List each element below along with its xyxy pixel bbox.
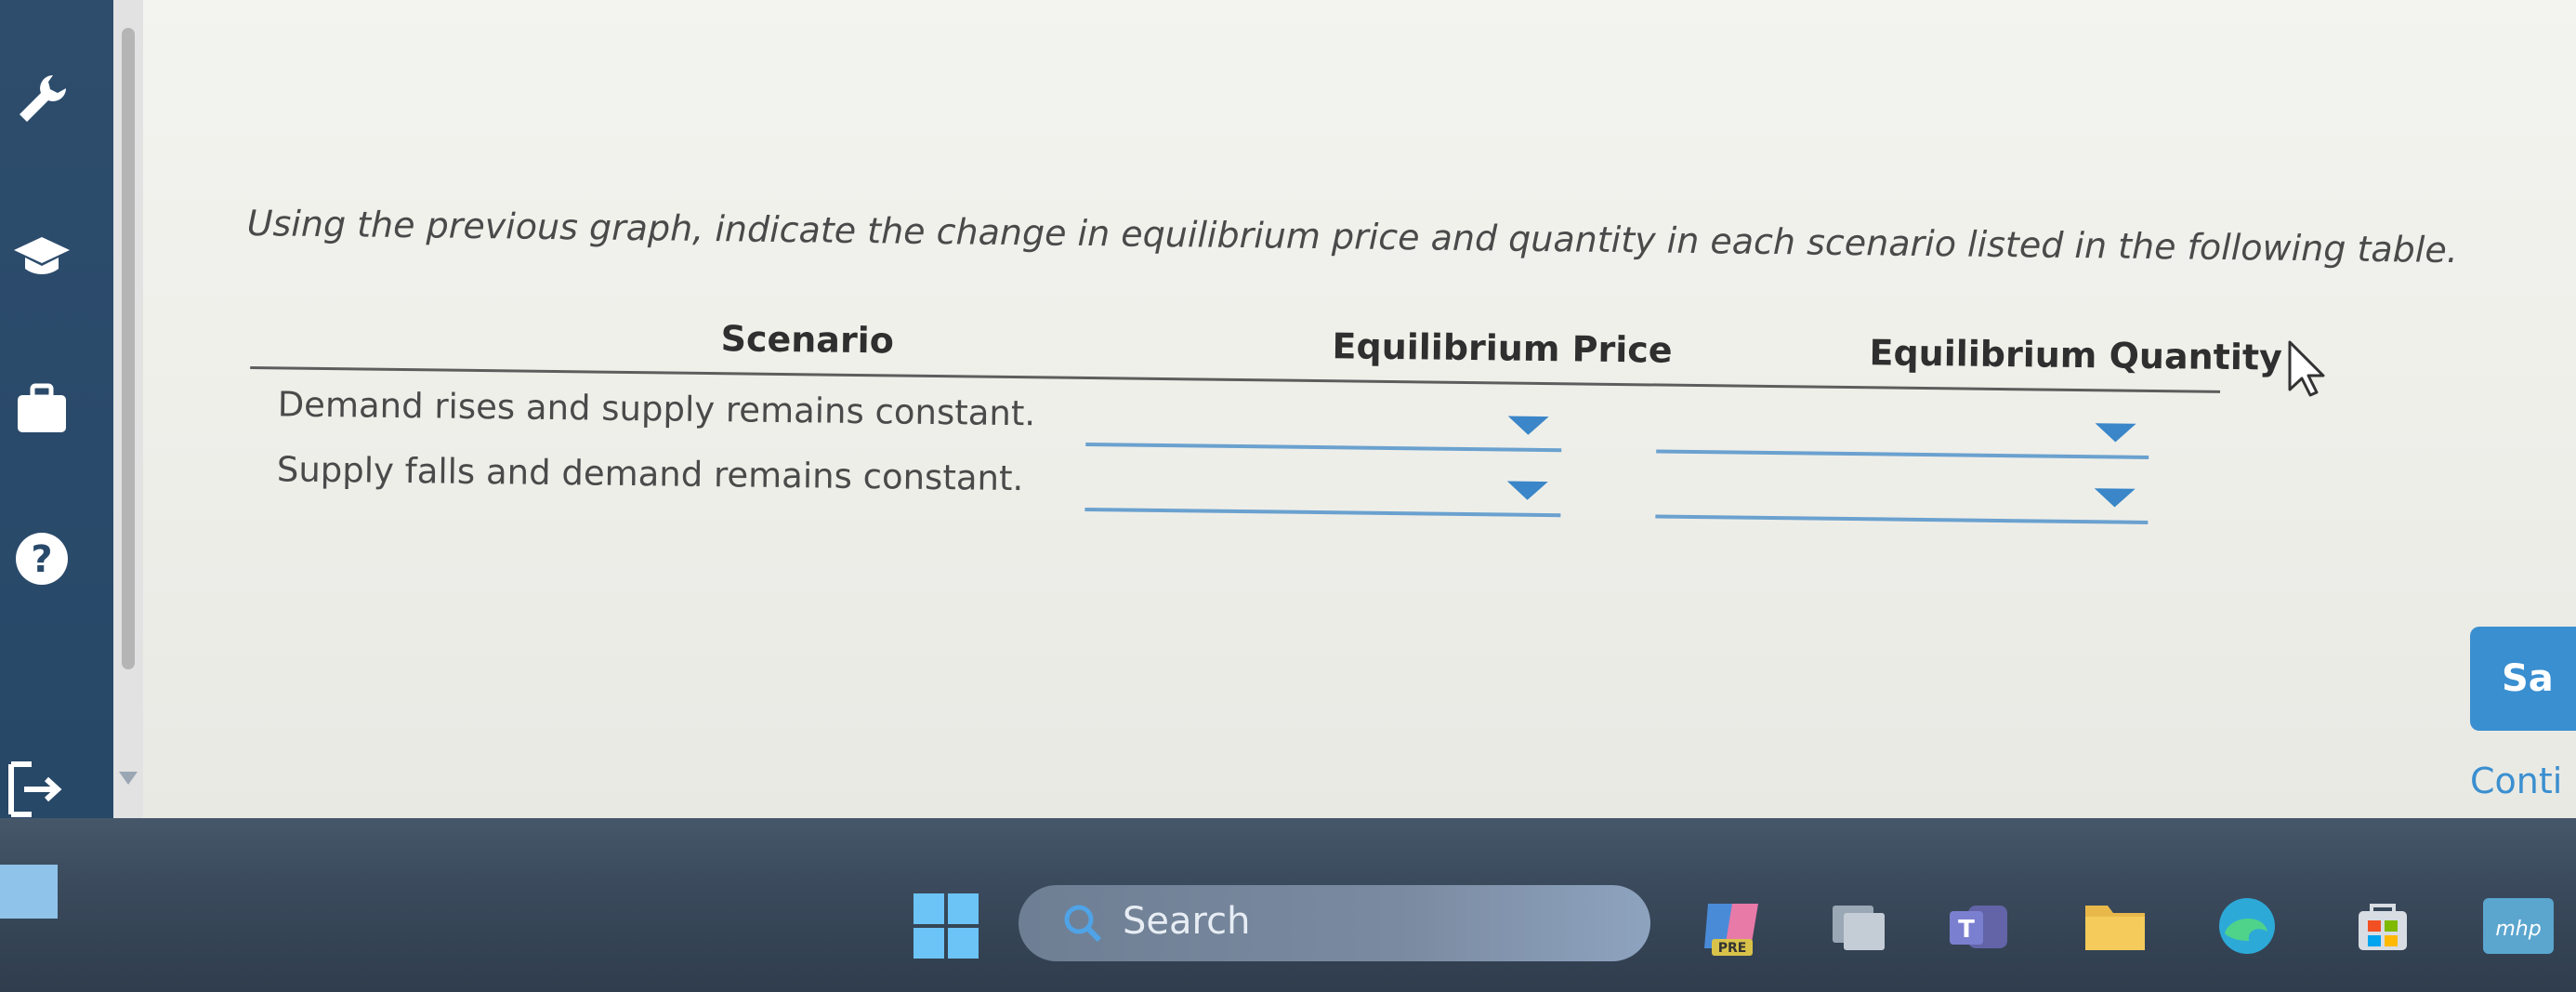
equilibrium-price-dropdown[interactable] bbox=[1085, 401, 1562, 453]
equilibrium-price-dropdown[interactable] bbox=[1084, 466, 1561, 518]
taskbar-search-input[interactable]: Search bbox=[1019, 885, 1650, 961]
column-header-equilibrium-price: Equilibrium Price bbox=[1332, 325, 1673, 371]
mhp-app-icon[interactable]: mhp bbox=[2479, 891, 2557, 961]
chevron-down-icon bbox=[2095, 423, 2136, 443]
graduation-cap-icon[interactable] bbox=[9, 223, 74, 288]
briefcase-icon[interactable] bbox=[9, 376, 74, 441]
search-label: Search bbox=[1123, 900, 1251, 943]
chevron-down-icon bbox=[1507, 416, 1549, 436]
equilibrium-quantity-dropdown[interactable] bbox=[1655, 473, 2149, 524]
mhp-label: mhp bbox=[2495, 918, 2541, 941]
chevron-down-icon bbox=[2094, 488, 2136, 508]
save-button[interactable]: Sa bbox=[2470, 627, 2576, 731]
task-view-icon[interactable] bbox=[1823, 891, 1894, 961]
wrench-icon[interactable] bbox=[9, 67, 74, 132]
question-panel: Using the previous graph, indicate the c… bbox=[143, 0, 2576, 818]
svg-text:T: T bbox=[1958, 916, 1975, 944]
chevron-down-icon bbox=[1506, 481, 1548, 501]
column-header-equilibrium-quantity: Equilibrium Quantity bbox=[1869, 332, 2283, 378]
question-prompt: Using the previous graph, indicate the c… bbox=[246, 203, 2459, 271]
scenario-table: Scenario Equilibrium Price Equilibrium Q… bbox=[248, 307, 2282, 542]
column-header-scenario: Scenario bbox=[720, 318, 895, 362]
store-icon[interactable] bbox=[2347, 891, 2418, 961]
mouse-cursor-icon bbox=[2286, 338, 2329, 402]
edge-browser-icon[interactable] bbox=[2212, 891, 2282, 961]
scenario-label: Demand rises and supply remains constant… bbox=[277, 384, 1036, 434]
pre-badge: PRE bbox=[1718, 941, 1747, 956]
left-scrollbar[interactable] bbox=[113, 0, 143, 818]
scenario-label: Supply falls and demand remains constant… bbox=[276, 449, 1024, 499]
equilibrium-quantity-dropdown[interactable] bbox=[1656, 408, 2149, 459]
search-icon bbox=[1061, 902, 1104, 948]
scroll-down-icon[interactable] bbox=[119, 772, 138, 785]
windows-start-icon[interactable] bbox=[911, 891, 981, 961]
scrollbar-thumb[interactable] bbox=[122, 28, 135, 669]
teams-icon[interactable]: T bbox=[1944, 891, 2015, 961]
continue-link[interactable]: Conti bbox=[2470, 761, 2562, 801]
svg-text:?: ? bbox=[31, 538, 52, 581]
exit-icon[interactable] bbox=[4, 757, 69, 822]
file-explorer-icon[interactable] bbox=[2080, 891, 2150, 961]
taskbar: Search PRE T mhp bbox=[0, 818, 2576, 992]
app-window-icon[interactable] bbox=[0, 865, 58, 919]
copilot-icon[interactable]: PRE bbox=[1697, 891, 1768, 961]
help-icon[interactable]: ? bbox=[9, 526, 74, 591]
left-toolbar: ? bbox=[0, 0, 113, 818]
